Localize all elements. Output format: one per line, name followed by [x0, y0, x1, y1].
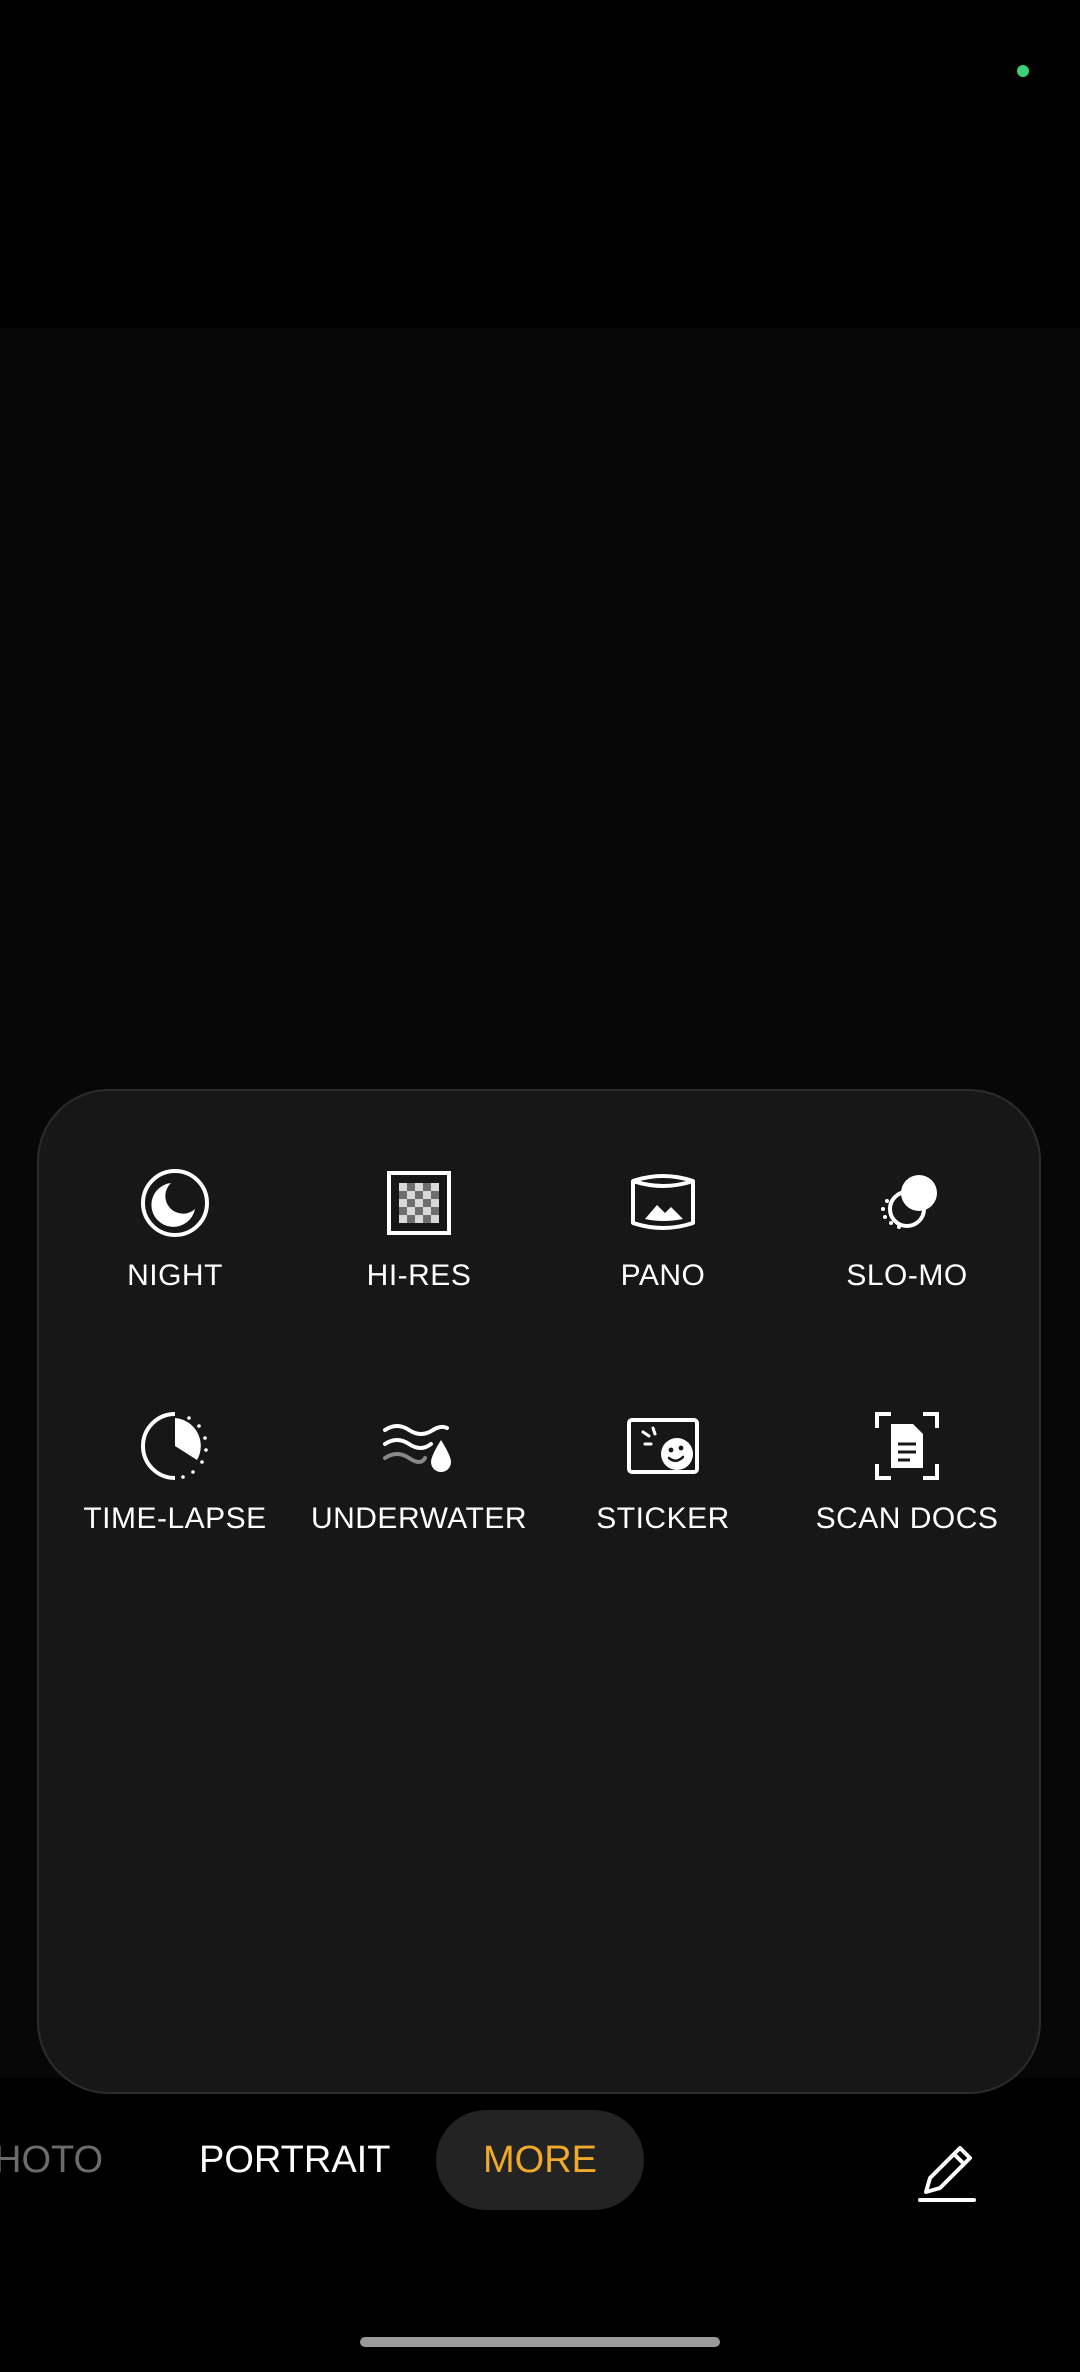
mode-slo-mo[interactable]: SLO-MO — [787, 1163, 1027, 1353]
pencil-edit-icon — [918, 2146, 976, 2202]
mode-tab-more[interactable]: MORE — [436, 2110, 644, 2210]
mode-scan-docs-label: SCAN DOCS — [815, 1502, 999, 1535]
mode-pano[interactable]: PANO — [543, 1163, 783, 1353]
mode-sticker[interactable]: STICKER — [543, 1406, 783, 1596]
mode-tab-photo[interactable]: HOTO — [0, 2110, 103, 2210]
sticker-icon — [627, 1418, 699, 1474]
hi-res-grid-icon — [387, 1171, 451, 1235]
mode-hi-res-label: HI-RES — [366, 1259, 472, 1292]
scan-docs-icon — [875, 1412, 939, 1480]
mode-pano-label: PANO — [620, 1259, 706, 1292]
mode-night-label: NIGHT — [127, 1259, 223, 1292]
mode-tab-portrait[interactable]: PORTRAIT — [199, 2110, 390, 2210]
mode-scan-docs[interactable]: SCAN DOCS — [787, 1406, 1027, 1596]
mode-slo-mo-label: SLO-MO — [846, 1259, 968, 1292]
mode-underwater-label: UNDERWATER — [310, 1502, 528, 1535]
underwater-icon — [383, 1424, 451, 1472]
mode-time-lapse[interactable]: TIME-LAPSE — [55, 1406, 295, 1596]
more-modes-panel: NIGHT HI-RES PANO SLO-MO TIME-LAPSE UNDE… — [37, 1089, 1041, 2094]
panorama-icon — [631, 1174, 695, 1230]
time-lapse-icon — [141, 1412, 208, 1480]
mode-sticker-label: STICKER — [596, 1502, 730, 1535]
slow-motion-icon — [881, 1175, 937, 1229]
mode-hi-res[interactable]: HI-RES — [299, 1163, 539, 1353]
mode-underwater[interactable]: UNDERWATER — [299, 1406, 539, 1596]
mode-night[interactable]: NIGHT — [55, 1163, 295, 1353]
home-indicator[interactable] — [360, 2337, 720, 2347]
privacy-indicator-dot — [1017, 65, 1029, 77]
mode-time-lapse-label: TIME-LAPSE — [83, 1502, 267, 1535]
top-status-area — [0, 0, 1080, 328]
edit-modes-button[interactable] — [908, 2132, 988, 2212]
night-moon-icon — [141, 1169, 209, 1237]
